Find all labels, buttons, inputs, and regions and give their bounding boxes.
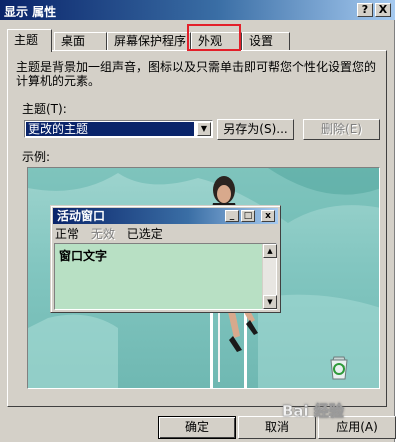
preview-window-client: 窗口文字 ▲ ▼	[54, 243, 277, 310]
dropdown-arrow-icon[interactable]: ▼	[197, 122, 211, 136]
preview-label: 示例:	[22, 150, 51, 164]
baidu-logo-icon: Bai 经验	[282, 402, 345, 420]
scroll-up-icon: ▲	[263, 244, 277, 258]
preview-menu-disabled: 无效	[90, 227, 115, 241]
recycle-bin-icon	[330, 356, 348, 380]
scroll-down-icon: ▼	[263, 295, 277, 309]
preview-menu-normal: 正常	[55, 227, 80, 241]
preview-menu-bar: 正常 无效 已选定	[55, 225, 171, 242]
baidu-jingyan-watermark: Bai 经验	[278, 398, 398, 422]
theme-description: 主题是背景加一组声音，图标以及只需单击即可帮您个性化设置您的计算机的元素。	[16, 60, 377, 88]
preview-scrollbar: ▲ ▼	[262, 244, 277, 309]
watermark-text: Bai 经验	[282, 402, 345, 420]
display-properties-dialog: 显示 属性 ? X 主题 桌面 屏幕保护程序 外观 设置 主题是背景加一组声音，…	[0, 0, 398, 442]
preview-active-window: 活动窗口 _ □ x 正常 无效 已选定 窗口文字 ▲ ▼	[50, 205, 281, 313]
preview-window-text: 窗口文字	[59, 249, 108, 263]
theme-dropdown[interactable]: 更改的主题 ▼	[24, 120, 213, 138]
minimize-icon: _	[225, 210, 239, 222]
save-as-button[interactable]: 另存为(S)...	[217, 119, 294, 140]
theme-dropdown-value: 更改的主题	[26, 122, 194, 136]
tab-appearance[interactable]: 外观	[191, 32, 242, 51]
window-title: 显示 属性	[4, 5, 57, 19]
tab-desktop[interactable]: 桌面	[54, 32, 107, 51]
tab-strip: 主题 桌面 屏幕保护程序 外观 设置	[7, 29, 387, 52]
close-icon: x	[261, 210, 275, 222]
tab-screensaver[interactable]: 屏幕保护程序	[107, 32, 191, 51]
tab-theme[interactable]: 主题	[7, 29, 52, 52]
close-button[interactable]: X	[375, 3, 391, 17]
preview-menu-selected: 已选定	[126, 227, 163, 241]
maximize-icon: □	[241, 210, 255, 222]
title-bar[interactable]: 显示 属性 ? X	[0, 0, 395, 20]
delete-button[interactable]: 删除(E)	[303, 119, 380, 140]
theme-label: 主题(T):	[22, 102, 67, 116]
ok-button[interactable]: 确定	[158, 416, 236, 439]
help-button[interactable]: ?	[357, 3, 373, 17]
tab-settings[interactable]: 设置	[242, 32, 290, 51]
